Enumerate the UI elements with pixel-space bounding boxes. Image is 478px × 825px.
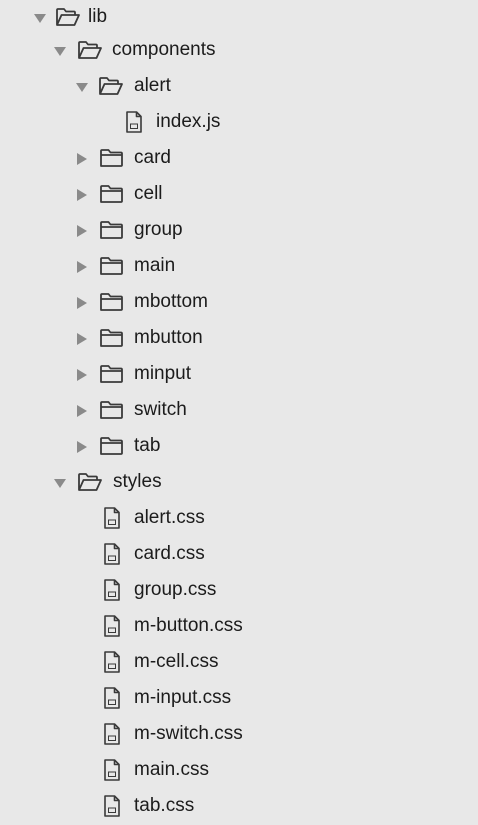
- folder-icon: [99, 397, 125, 423]
- folder-icon: [99, 217, 125, 243]
- folder-icon: [99, 361, 125, 387]
- tree-item-label: main: [134, 255, 176, 276]
- tree-item-label: m-switch.css: [134, 723, 243, 744]
- tree-item-card[interactable]: card: [0, 141, 478, 177]
- tree-item-label: tab: [134, 435, 161, 456]
- file-tree: lib components alert index.js card cell …: [0, 0, 478, 824]
- folder-icon: [99, 289, 125, 315]
- tree-item-tab-css[interactable]: tab.css: [0, 789, 478, 825]
- folder-open-icon: [77, 469, 103, 495]
- file-icon: [99, 757, 125, 783]
- chevron-right-icon[interactable]: [75, 296, 89, 310]
- folder-open-icon: [98, 73, 124, 99]
- folder-icon: [99, 145, 125, 171]
- tree-item-group-css[interactable]: group.css: [0, 573, 478, 609]
- chevron-right-icon[interactable]: [75, 368, 89, 382]
- folder-icon: [99, 181, 125, 207]
- tree-item-minput[interactable]: minput: [0, 357, 478, 393]
- tree-item-label: styles: [113, 471, 162, 492]
- chevron-right-icon[interactable]: [75, 260, 89, 274]
- tree-item-m-switch-css[interactable]: m-switch.css: [0, 717, 478, 753]
- file-icon: [99, 577, 125, 603]
- file-icon: [99, 793, 125, 819]
- tree-item-switch[interactable]: switch: [0, 393, 478, 429]
- file-icon: [99, 505, 125, 531]
- tree-item-label: switch: [134, 399, 187, 420]
- file-icon: [121, 109, 147, 135]
- tree-item-label: mbutton: [134, 327, 203, 348]
- tree-item-label: components: [112, 39, 216, 60]
- tree-item-label: card: [134, 147, 171, 168]
- tree-item-label: group: [134, 219, 183, 240]
- chevron-right-icon[interactable]: [75, 440, 89, 454]
- tree-item-card-css[interactable]: card.css: [0, 537, 478, 573]
- tree-item-mbutton[interactable]: mbutton: [0, 321, 478, 357]
- folder-icon: [99, 433, 125, 459]
- tree-item-styles[interactable]: styles: [0, 465, 478, 501]
- file-icon: [99, 685, 125, 711]
- chevron-right-icon[interactable]: [75, 188, 89, 202]
- tree-item-cell[interactable]: cell: [0, 177, 478, 213]
- tree-item-main[interactable]: main: [0, 249, 478, 285]
- file-icon: [99, 541, 125, 567]
- tree-item-label: alert.css: [134, 507, 205, 528]
- tree-item-lib[interactable]: lib: [0, 0, 478, 36]
- tree-item-label: alert: [134, 75, 171, 96]
- tree-item-label: lib: [88, 6, 108, 27]
- chevron-down-icon[interactable]: [33, 11, 47, 25]
- tree-item-label: m-button.css: [134, 615, 243, 636]
- tree-item-label: tab.css: [134, 795, 195, 816]
- tree-item-label: group.css: [134, 579, 217, 600]
- chevron-down-icon[interactable]: [75, 80, 89, 94]
- file-icon: [99, 721, 125, 747]
- tree-item-m-button-css[interactable]: m-button.css: [0, 609, 478, 645]
- tree-item-label: m-input.css: [134, 687, 232, 708]
- chevron-right-icon[interactable]: [75, 152, 89, 166]
- file-icon: [99, 613, 125, 639]
- tree-item-index-js[interactable]: index.js: [0, 105, 478, 141]
- chevron-right-icon[interactable]: [75, 224, 89, 238]
- chevron-down-icon[interactable]: [53, 476, 67, 490]
- tree-item-label: card.css: [134, 543, 205, 564]
- tree-item-main-css[interactable]: main.css: [0, 753, 478, 789]
- folder-icon: [99, 325, 125, 351]
- tree-item-mbottom[interactable]: mbottom: [0, 285, 478, 321]
- tree-item-label: m-cell.css: [134, 651, 219, 672]
- tree-item-m-cell-css[interactable]: m-cell.css: [0, 645, 478, 681]
- file-icon: [99, 649, 125, 675]
- tree-item-alert[interactable]: alert: [0, 69, 478, 105]
- folder-open-icon: [55, 4, 81, 30]
- tree-item-label: index.js: [156, 111, 221, 132]
- chevron-right-icon[interactable]: [75, 404, 89, 418]
- tree-item-m-input-css[interactable]: m-input.css: [0, 681, 478, 717]
- tree-item-label: mbottom: [134, 291, 208, 312]
- tree-item-label: main.css: [134, 759, 209, 780]
- tree-item-tab[interactable]: tab: [0, 429, 478, 465]
- chevron-down-icon[interactable]: [53, 44, 67, 58]
- folder-open-icon: [77, 37, 103, 63]
- chevron-right-icon[interactable]: [75, 332, 89, 346]
- folder-icon: [99, 253, 125, 279]
- tree-item-label: cell: [134, 183, 163, 204]
- tree-item-components[interactable]: components: [0, 33, 478, 69]
- tree-item-label: minput: [134, 363, 192, 384]
- tree-item-group[interactable]: group: [0, 213, 478, 249]
- tree-item-alert-css[interactable]: alert.css: [0, 501, 478, 537]
